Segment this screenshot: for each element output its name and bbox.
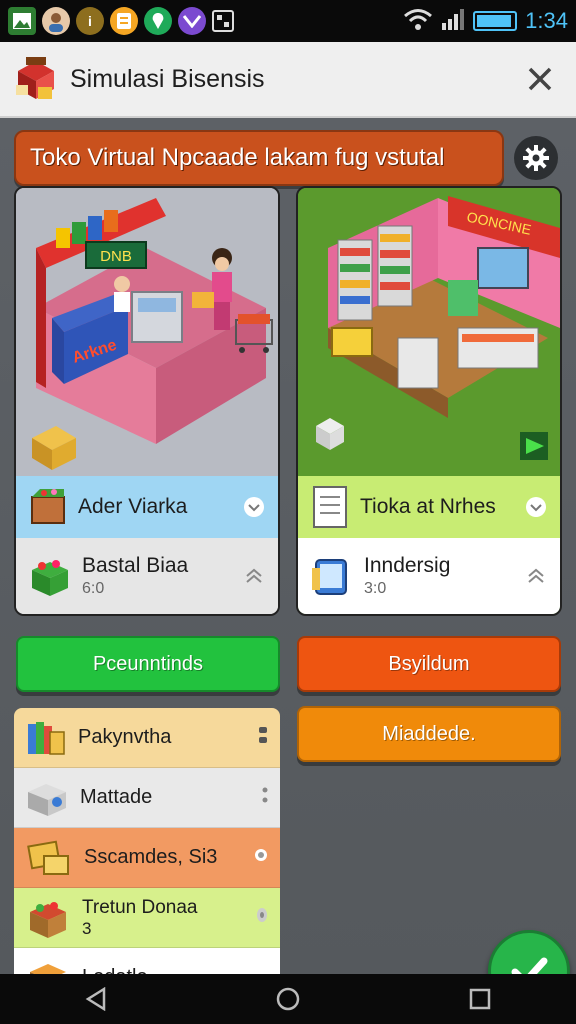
list-item-label: Ledatle bbox=[82, 966, 148, 974]
signal-icon bbox=[441, 7, 465, 36]
settings-button[interactable] bbox=[514, 136, 558, 180]
left-card-row-2-label: Bastal Biaa bbox=[82, 554, 189, 577]
shop-card-minimarket[interactable]: DNB Arkne Ader Viarka Bastal Biaa 6:0 bbox=[14, 186, 280, 616]
close-button[interactable] bbox=[518, 57, 562, 101]
list-item-label: Sscamdes, Si3 bbox=[84, 846, 218, 868]
books-icon bbox=[28, 721, 65, 755]
appliance-icon bbox=[28, 783, 66, 816]
main-area: Toko Virtual Npcaade lakam fug vstutal D… bbox=[0, 118, 576, 974]
back-icon bbox=[85, 987, 106, 1011]
right-card-row-1[interactable]: Tioka at Nrhes bbox=[298, 476, 560, 538]
right-card-row-1-label: Tioka at Nrhes bbox=[360, 495, 496, 518]
right-card-row-2-value: 3:0 bbox=[364, 580, 387, 597]
chevron-down-icon[interactable] bbox=[242, 495, 266, 519]
image-icon bbox=[8, 7, 36, 35]
list-item[interactable]: Ledatle bbox=[14, 948, 280, 974]
chevron-down-icon[interactable] bbox=[524, 495, 548, 519]
status-bar: i 1:34 bbox=[0, 0, 576, 42]
phone-icon bbox=[312, 559, 347, 595]
chevron-up-icon[interactable] bbox=[242, 564, 266, 588]
orange-action-button[interactable]: Miaddede. bbox=[297, 706, 561, 762]
back-button[interactable] bbox=[66, 979, 126, 1019]
green-action-label: Pceunntinds bbox=[92, 652, 204, 675]
produce-crate-icon bbox=[30, 963, 66, 974]
recents-button[interactable] bbox=[450, 979, 510, 1019]
list-item[interactable]: Sscamdes, Si3 bbox=[14, 828, 280, 888]
list-item[interactable]: Mattade bbox=[14, 768, 280, 828]
store-scene-illustration: OONCINE bbox=[298, 188, 560, 476]
list-item-label: Tretun Donaa bbox=[82, 896, 198, 918]
green-action-button[interactable]: Pceunntinds bbox=[16, 636, 280, 692]
kiosk-scene-illustration: DNB Arkne bbox=[16, 188, 278, 476]
wifi-icon bbox=[403, 7, 433, 36]
left-card-row-1[interactable]: Ader Viarka bbox=[16, 476, 278, 538]
tickets-icon bbox=[27, 840, 69, 875]
build-button-label: Bsyildum bbox=[388, 652, 470, 675]
status-time: 1:34 bbox=[525, 8, 568, 33]
left-card-row-2[interactable]: Bastal Biaa 6:0 bbox=[16, 538, 278, 614]
list-item-label: Mattade bbox=[80, 786, 153, 808]
list-item-label: Pakynvtha bbox=[78, 726, 172, 748]
right-card-row-2-label: Inndersig bbox=[364, 554, 451, 577]
battery-icon bbox=[473, 11, 518, 31]
location-icon bbox=[144, 7, 172, 35]
kiosk-sign-top: DNB bbox=[100, 248, 132, 265]
crate-icon bbox=[31, 489, 65, 524]
notes-icon bbox=[110, 7, 138, 35]
list-item[interactable]: Pakynvtha bbox=[14, 708, 280, 768]
app-title: Simulasi Bisensis bbox=[70, 64, 265, 93]
qr-icon bbox=[212, 10, 234, 32]
more-icon[interactable] bbox=[262, 785, 268, 810]
list-item[interactable]: Tretun Donaa 3 bbox=[14, 888, 280, 948]
home-icon bbox=[276, 987, 300, 1011]
avatar-icon bbox=[42, 7, 70, 35]
forward-arrow-icon bbox=[520, 432, 548, 460]
banner-text: Toko Virtual Npcaade lakam fug vstutal bbox=[30, 144, 445, 171]
produce-crate-icon bbox=[32, 560, 68, 596]
shop-logo-icon bbox=[14, 55, 58, 103]
left-card-row-2-value: 6:0 bbox=[82, 580, 105, 597]
info-icon: i bbox=[76, 7, 104, 35]
shop-card-convenience-store[interactable]: OONCINE Tioka at Nrhes Inndersig 3:0 bbox=[296, 186, 562, 616]
produce-crate-icon bbox=[30, 901, 66, 938]
close-icon bbox=[528, 67, 552, 91]
navigation-bar bbox=[0, 974, 576, 1024]
orange-action-label: Miaddede. bbox=[382, 722, 476, 745]
chevron-up-icon[interactable] bbox=[524, 564, 548, 588]
title-banner: Toko Virtual Npcaade lakam fug vstutal bbox=[14, 130, 504, 186]
receipt-icon bbox=[313, 486, 347, 528]
radio-icon[interactable] bbox=[254, 848, 268, 867]
list-item-value: 3 bbox=[82, 918, 92, 938]
radio-icon[interactable] bbox=[256, 907, 268, 928]
home-button[interactable] bbox=[258, 979, 318, 1019]
more-icon[interactable] bbox=[258, 725, 268, 750]
gear-icon bbox=[523, 145, 549, 171]
left-card-row-1-label: Ader Viarka bbox=[78, 495, 188, 518]
build-button[interactable]: Bsyildum bbox=[297, 636, 561, 692]
item-list: Pakynvtha Mattade Sscamdes, Si3 Tretun D… bbox=[14, 708, 280, 974]
app-bar: Simulasi Bisensis bbox=[0, 42, 576, 118]
recents-icon bbox=[469, 988, 491, 1010]
app-icon bbox=[178, 7, 206, 35]
right-card-row-2[interactable]: Inndersig 3:0 bbox=[298, 538, 560, 614]
